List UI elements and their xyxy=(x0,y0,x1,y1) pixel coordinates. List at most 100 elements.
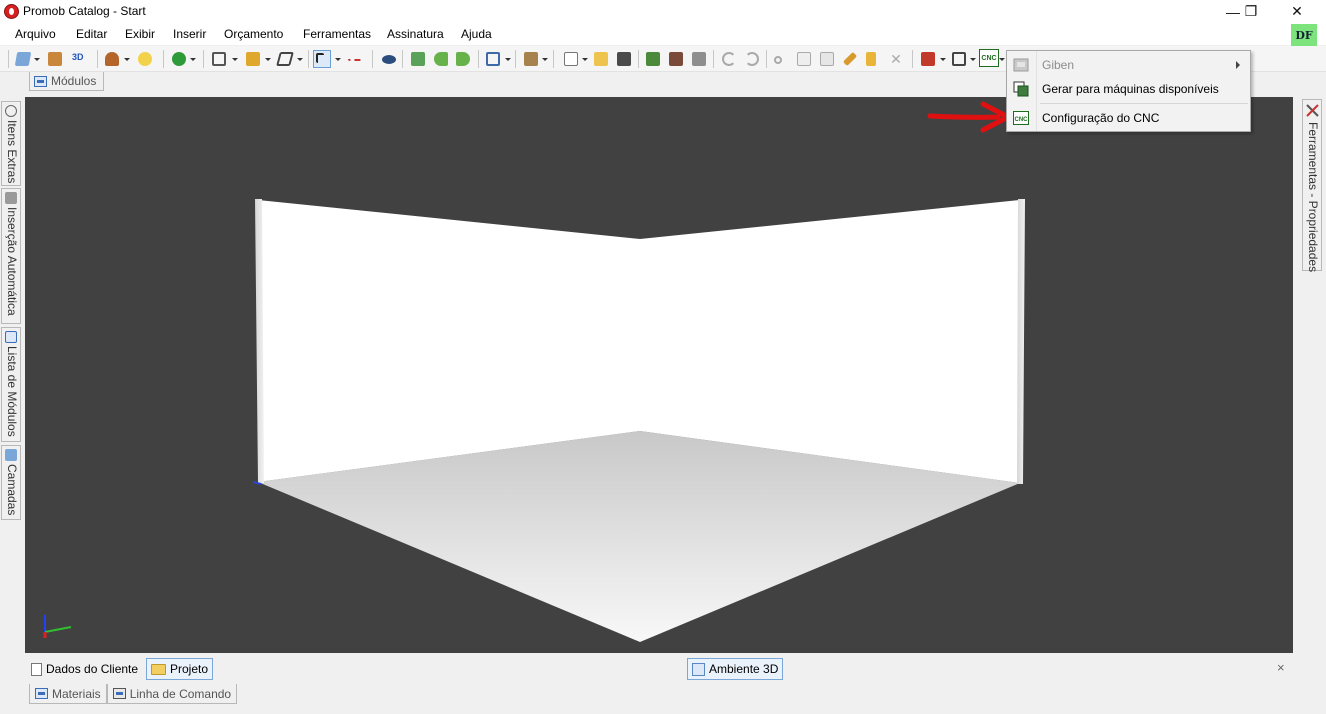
tab-linha-de-comando[interactable]: Linha de Comando xyxy=(106,684,238,704)
auto-insert-icon xyxy=(5,192,17,204)
menu-ferramentas[interactable]: Ferramentas xyxy=(303,27,371,41)
layers-icon xyxy=(5,449,17,461)
chevron-down-icon[interactable] xyxy=(232,58,238,61)
plan-icon[interactable] xyxy=(950,50,968,68)
menu-assinatura[interactable]: Assinatura xyxy=(387,27,444,41)
environment-3d-icon xyxy=(692,662,705,676)
light-bulb-icon[interactable] xyxy=(136,50,154,68)
hammer-icon[interactable] xyxy=(841,50,859,68)
paperclip-icon xyxy=(5,105,17,117)
menu-separator xyxy=(1040,103,1248,104)
user-avatar[interactable]: DF xyxy=(1291,24,1317,46)
tab-modulos[interactable]: Módulos xyxy=(29,72,104,91)
tab-projeto[interactable]: Projeto xyxy=(146,658,214,680)
copy-icon[interactable] xyxy=(795,50,813,68)
menu-item-label: Gerar para máquinas disponíveis xyxy=(1042,82,1219,96)
shape-tool-icon[interactable] xyxy=(276,50,294,68)
tab-dados-do-cliente[interactable]: Dados do Cliente xyxy=(27,658,142,680)
arrow-right-icon[interactable] xyxy=(454,50,472,68)
toolbar-separator xyxy=(372,50,373,68)
chevron-down-icon[interactable] xyxy=(34,58,40,61)
side-tab-ferramentas-propriedades[interactable]: Ferramentas - Propriedades xyxy=(1302,99,1322,273)
menu-orcamento[interactable]: Orçamento xyxy=(224,27,283,41)
toolbar-separator xyxy=(553,50,554,68)
open-folder-icon[interactable] xyxy=(592,50,610,68)
chevron-down-icon[interactable] xyxy=(297,58,303,61)
toolbar-separator xyxy=(515,50,516,68)
chevron-down-icon[interactable] xyxy=(190,58,196,61)
side-tab-itens-extras[interactable]: Itens Extras xyxy=(1,101,21,186)
copy-module-icon[interactable] xyxy=(210,50,228,68)
toolbar-separator xyxy=(97,50,98,68)
import-icon[interactable] xyxy=(644,50,662,68)
menu-arquivo[interactable]: Arquivo xyxy=(15,27,56,41)
close-button[interactable]: ✕ xyxy=(1274,0,1320,23)
toolbar-separator xyxy=(713,50,714,68)
view-3d-icon[interactable]: 3D xyxy=(72,52,84,62)
chevron-down-icon[interactable] xyxy=(335,58,341,61)
restore-button[interactable]: ❐ xyxy=(1228,0,1274,23)
side-tab-label: Ferramentas - Propriedades xyxy=(1306,122,1320,273)
price-icon[interactable] xyxy=(170,50,188,68)
close-tab-icon[interactable]: × xyxy=(1277,660,1285,675)
measure-icon[interactable] xyxy=(346,50,364,68)
chevron-down-icon[interactable] xyxy=(542,58,548,61)
save-icon[interactable] xyxy=(615,50,633,68)
redo-icon[interactable] xyxy=(743,50,761,68)
axis-gizmo xyxy=(43,615,72,638)
side-tab-lista-de-modulos[interactable]: Lista de Módulos xyxy=(1,327,21,442)
cabinet-icon[interactable] xyxy=(46,50,64,68)
cnc-config-icon: CNC xyxy=(1013,110,1029,126)
view-cube-icon[interactable] xyxy=(484,50,502,68)
export-icon[interactable] xyxy=(667,50,685,68)
generate-icon xyxy=(1013,81,1029,97)
menu-editar[interactable]: Editar xyxy=(76,27,107,41)
menu-item-gerar-para-maquinas[interactable]: Gerar para máquinas disponíveis xyxy=(1007,77,1250,101)
chevron-down-icon[interactable] xyxy=(970,58,976,61)
materials-icon xyxy=(35,688,48,699)
render-icon[interactable] xyxy=(409,50,427,68)
stack-icon[interactable] xyxy=(244,50,262,68)
delete-icon[interactable]: ✕ xyxy=(887,50,905,68)
paste-icon[interactable] xyxy=(818,50,836,68)
chevron-down-icon[interactable] xyxy=(124,58,130,61)
layers-icon[interactable] xyxy=(14,50,32,68)
side-tab-label: Lista de Módulos xyxy=(5,346,19,437)
cut-icon[interactable] xyxy=(772,50,790,68)
chevron-down-icon[interactable] xyxy=(582,58,588,61)
chevron-down-icon[interactable] xyxy=(505,58,511,61)
tab-label: Ambiente 3D xyxy=(709,662,779,676)
viewport-3d[interactable] xyxy=(25,97,1293,653)
select-pointer-icon[interactable] xyxy=(313,50,331,68)
arrow-left-icon[interactable] xyxy=(432,50,450,68)
hat-icon[interactable] xyxy=(103,50,121,68)
menu-item-label: Giben xyxy=(1042,58,1075,72)
cnc-button[interactable]: CNC xyxy=(979,49,999,67)
box-icon[interactable] xyxy=(522,50,540,68)
menu-item-configuracao-cnc[interactable]: CNC Configuração do CNC xyxy=(1007,106,1250,130)
warehouse-icon[interactable] xyxy=(919,50,937,68)
toolbar-separator xyxy=(478,50,479,68)
side-tab-insercao-automatica[interactable]: Inserção Automática xyxy=(1,188,21,324)
menu-ajuda[interactable]: Ajuda xyxy=(461,27,492,41)
menu-bar: Arquivo Editar Exibir Inserir Orçamento … xyxy=(0,23,1326,45)
chevron-down-icon[interactable] xyxy=(940,58,946,61)
eye-icon[interactable] xyxy=(380,50,398,68)
menu-item-giben[interactable]: Giben xyxy=(1007,53,1250,77)
tab-materiais[interactable]: Materiais xyxy=(29,684,107,704)
undo-icon[interactable] xyxy=(720,50,738,68)
chevron-down-icon[interactable] xyxy=(265,58,271,61)
print-icon[interactable] xyxy=(690,50,708,68)
new-file-icon[interactable] xyxy=(562,50,580,68)
side-tab-camadas[interactable]: Camadas xyxy=(1,445,21,520)
menu-item-label: Configuração do CNC xyxy=(1042,111,1160,125)
promob-logo-icon xyxy=(4,4,19,19)
tab-ambiente-3d[interactable]: Ambiente 3D xyxy=(687,658,784,680)
menu-inserir[interactable]: Inserir xyxy=(173,27,206,41)
menu-exibir[interactable]: Exibir xyxy=(125,27,155,41)
chevron-down-icon[interactable] xyxy=(999,58,1005,61)
toolbar-separator xyxy=(638,50,639,68)
paint-icon[interactable] xyxy=(864,50,882,68)
toolbar-separator xyxy=(912,50,913,68)
side-tab-label: Inserção Automática xyxy=(5,207,19,316)
